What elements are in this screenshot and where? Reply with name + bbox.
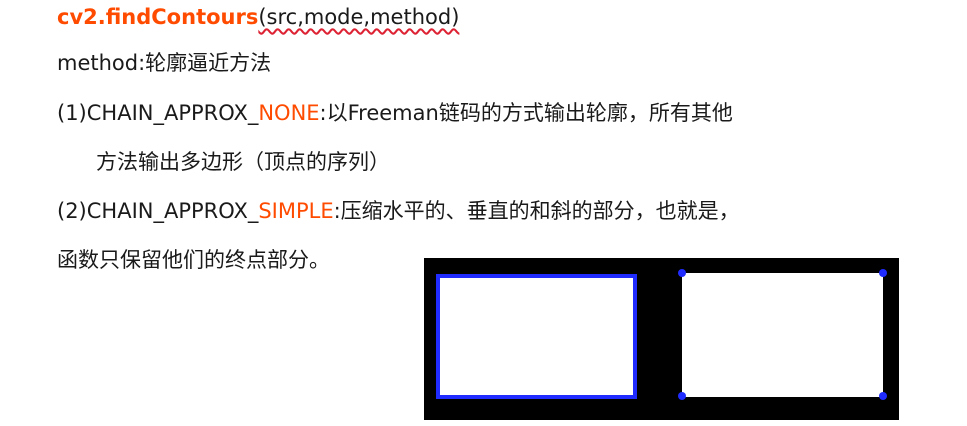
none-prefix: (1)CHAIN_APPROX_: [57, 101, 259, 125]
contour-comparison-figure: [424, 258, 899, 420]
function-signature: cv2.findContours(src,mode,method): [57, 2, 459, 32]
simple-keyword: SIMPLE: [258, 199, 334, 223]
none-description: :以Freeman链码的方式输出轮廓，所有其他: [319, 101, 733, 125]
simple-prefix: (2)CHAIN_APPROX_: [57, 199, 259, 223]
corner-point-bottom-left: [678, 392, 686, 400]
function-args: (src,mode,method): [258, 5, 460, 29]
simple-contour-rectangle: [682, 273, 883, 397]
none-keyword: NONE: [258, 101, 320, 125]
simple-description-continued: 函数只保留他们的终点部分。: [57, 248, 330, 272]
chain-approx-none-line: (1)CHAIN_APPROX_NONE:以Freeman链码的方式输出轮廓，所…: [57, 98, 733, 128]
simple-description: :压缩水平的、垂直的和斜的部分，也就是，: [333, 199, 740, 223]
corner-point-top-right: [879, 269, 887, 277]
none-description-continued: 方法输出多边形（顶点的序列）: [96, 150, 390, 174]
full-contour-rectangle: [436, 274, 637, 399]
method-description: method:轮廓逼近方法: [57, 51, 272, 75]
corner-point-top-left: [678, 269, 686, 277]
function-name: cv2.findContours: [57, 5, 259, 29]
corner-point-bottom-right: [879, 392, 887, 400]
chain-approx-simple-line: (2)CHAIN_APPROX_SIMPLE:压缩水平的、垂直的和斜的部分，也就…: [57, 196, 740, 226]
